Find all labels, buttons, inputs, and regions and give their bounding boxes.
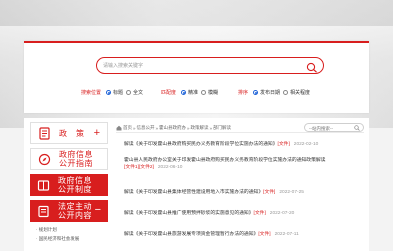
- label-line-1: 法定主动: [58, 202, 92, 211]
- breadcrumb-dept[interactable]: 部门解读: [213, 125, 231, 131]
- search-input[interactable]: [103, 60, 293, 71]
- option-label: 发布日期: [260, 89, 281, 96]
- sidebar-item-content[interactable]: 法定主动 公开内容 −: [30, 200, 108, 222]
- label-line-2: 公开制度: [58, 185, 92, 194]
- search-button[interactable]: [306, 60, 318, 73]
- sidebar-item-system[interactable]: 政府信息 公开制度: [30, 174, 108, 196]
- doc-date: 2022-07-11: [274, 232, 299, 237]
- filter-order: 排序 发布日期 相关程度: [238, 87, 310, 97]
- breadcrumb-office[interactable]: 霍山县政府办: [159, 125, 186, 131]
- radio-checked-icon: [181, 89, 187, 95]
- radio-unchecked-icon: [201, 89, 207, 95]
- doc-file-link[interactable]: [文件]: [258, 232, 270, 237]
- doc-title[interactable]: 霍山县人民政府办公室关于印发霍山县政府购买民办义务教育阶段学位实施办法的通知政策…: [124, 158, 325, 163]
- filter-row: 搜索位置 标题 全文 匹配度 精准 模糊 排序 发布日期 相关程度: [24, 87, 369, 97]
- sidebar-item-label: 政府信息 公开指南: [59, 150, 93, 168]
- radio-unchecked-icon: [283, 89, 289, 95]
- sidebar-sub-list: · 规划计划 · 国民经济和社会发展: [30, 225, 108, 243]
- option-label: 相关程度: [290, 89, 311, 96]
- label-line-1: 政府信息: [59, 150, 93, 159]
- filter-order-date[interactable]: 发布日期: [253, 89, 280, 96]
- site-search-box: [304, 123, 364, 132]
- label-line-2: 公开指南: [59, 159, 93, 168]
- sub-item-economy[interactable]: · 国民经济和社会发展: [36, 234, 108, 243]
- sidebar-item-label: 政府信息 公开制度: [58, 176, 92, 194]
- search-icon[interactable]: [354, 125, 360, 131]
- filter-position-fulltext[interactable]: 全文: [126, 89, 143, 96]
- breadcrumb-home[interactable]: 首页: [123, 125, 132, 131]
- filter-position: 搜索位置 标题 全文: [81, 87, 143, 97]
- breadcrumb-bar: 首页 » 信息公开 » 霍山县政府办 » 政策解读 » 部门解读: [116, 123, 364, 133]
- doc-title[interactable]: 解读《关于印发霍山县旅游发展专项资金管理暂行办法的通知》: [124, 232, 258, 237]
- doc-file-link[interactable]: [文件]: [263, 190, 275, 195]
- sidebar-item-guide[interactable]: 政府信息 公开指南: [30, 148, 108, 170]
- radio-unchecked-icon: [126, 89, 132, 95]
- option-label: 标题: [113, 89, 124, 96]
- site-search-input[interactable]: [309, 125, 355, 131]
- breadcrumb-separator: »: [209, 125, 213, 131]
- list-item[interactable]: 解读《关于印发霍山县政府购买民办义务教育阶段学位实施办法的通知》[文件] 2022…: [124, 142, 364, 149]
- doc-date: 2022-02-10: [293, 142, 319, 147]
- sidebar-item-policy[interactable]: 政 策 +: [30, 122, 108, 144]
- label-line-2: 公开内容: [58, 211, 92, 220]
- breadcrumb-separator: »: [187, 125, 190, 131]
- breadcrumb: 首页 » 信息公开 » 霍山县政府办 » 政策解读 » 部门解读: [116, 125, 231, 131]
- doc-date: 2022-06-10: [157, 164, 183, 170]
- sidebar-item-label: 法定主动 公开内容: [58, 202, 92, 220]
- book-icon: [36, 178, 50, 192]
- doc-title[interactable]: 解读《关于印发霍山县推广使用预拌砂浆的实施意见的通知》: [124, 211, 254, 216]
- filter-order-relevance[interactable]: 相关程度: [283, 89, 310, 96]
- doc-file-link[interactable]: [文件]: [278, 142, 290, 147]
- filter-position-title[interactable]: 标题: [106, 89, 123, 96]
- radio-checked-icon: [106, 89, 112, 95]
- option-label: 精准: [188, 89, 199, 96]
- compass-icon: [37, 152, 51, 166]
- doc-file-link[interactable]: [文件1]: [124, 165, 139, 170]
- minus-icon[interactable]: −: [95, 204, 101, 216]
- option-label: 模糊: [208, 89, 219, 96]
- doc-title[interactable]: 解读《关于印发霍山县政府购买民办义务教育阶段学位实施办法的通知》: [124, 142, 278, 147]
- doc-file-link[interactable]: [文件2]: [139, 165, 154, 170]
- list-item[interactable]: 解读《关于印发霍山县推广使用预拌砂浆的实施意见的通知》[文件] 2022-07-2…: [124, 211, 364, 218]
- sub-item-plan[interactable]: · 规划计划: [36, 225, 108, 234]
- list-item[interactable]: 解读《关于印发霍山县集体经营性建设用地入市实施办法的通知》[文件] 2022-07…: [124, 190, 364, 197]
- list-icon: [36, 204, 50, 218]
- filter-match-fuzzy[interactable]: 模糊: [201, 89, 218, 96]
- document-icon: [37, 126, 51, 140]
- option-label: 全文: [133, 89, 144, 96]
- filter-match: 匹配度 精准 模糊: [161, 87, 218, 97]
- filter-position-label: 搜索位置: [81, 89, 102, 96]
- sidebar: 政 策 + 政府信息 公开指南 政府信息 公开制度 法定主动 公开内容 − · …: [30, 122, 108, 251]
- search-box: [96, 57, 324, 74]
- radio-checked-icon: [253, 89, 259, 95]
- breadcrumb-separator: »: [133, 125, 136, 131]
- search-icon: [306, 62, 317, 73]
- doc-date: 2022-07-25: [279, 190, 304, 195]
- doc-file-link[interactable]: [文件]: [254, 211, 266, 216]
- doc-date: 2022-07-20: [269, 211, 295, 216]
- doc-title[interactable]: 解读《关于印发霍山县集体经营性建设用地入市实施办法的通知》: [124, 190, 263, 195]
- list-item[interactable]: 霍山县人民政府办公室关于印发霍山县政府购买民办义务教育阶段学位实施办法的通知政策…: [124, 158, 364, 171]
- home-icon: [116, 125, 122, 131]
- breadcrumb-interpret[interactable]: 政策解读: [191, 125, 209, 131]
- filter-order-label: 排序: [238, 89, 249, 96]
- breadcrumb-separator: »: [155, 125, 159, 131]
- filter-match-exact[interactable]: 精准: [181, 89, 198, 96]
- label-line-1: 政府信息: [58, 176, 92, 185]
- breadcrumb-info[interactable]: 信息公开: [137, 125, 155, 131]
- main-panel: 政 策 + 政府信息 公开指南 政府信息 公开制度 法定主动 公开内容 − · …: [24, 118, 369, 251]
- filter-match-label: 匹配度: [161, 89, 177, 96]
- sidebar-item-label: 政 策: [59, 128, 85, 138]
- list-item[interactable]: 解读《关于印发霍山县旅游发展专项资金管理暂行办法的通知》[文件] 2022-07-…: [124, 232, 364, 239]
- search-panel: 搜索位置 标题 全文 匹配度 精准 模糊 排序: [24, 41, 369, 113]
- plus-icon[interactable]: +: [94, 127, 100, 139]
